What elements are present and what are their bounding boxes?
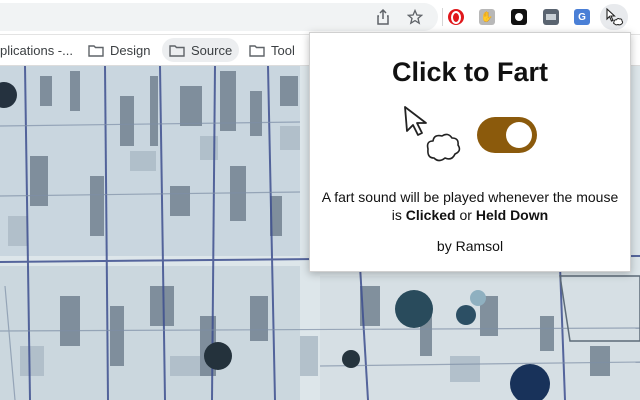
cursor-icon <box>404 106 427 136</box>
folder-icon <box>249 44 265 57</box>
bookmark-design[interactable]: Design <box>81 38 157 62</box>
translate-extension-icon[interactable]: G <box>572 7 592 27</box>
description-or: or <box>455 207 476 223</box>
bookmark-applications[interactable]: plications -... <box>0 38 80 62</box>
image-extension-icon[interactable] <box>541 7 561 27</box>
folder-icon <box>88 44 104 57</box>
bookmark-label: Source <box>191 42 233 58</box>
author-credit: by Ramsol <box>436 238 504 254</box>
bookmark-tool[interactable]: Tool <box>242 38 302 62</box>
toggle-knob <box>506 122 532 148</box>
cursor-fart-illustration <box>404 106 461 162</box>
bookmark-label: plications -... <box>0 42 73 58</box>
cloud-icon <box>426 133 461 162</box>
toolbar-separator <box>442 8 443 26</box>
browser-toolbar: ✋ G <box>0 0 640 35</box>
dark-extension-icon[interactable] <box>509 7 529 27</box>
bookmark-label: Tool <box>271 42 295 58</box>
bookmark-source[interactable]: Source <box>162 38 240 62</box>
click-to-fart-extension-icon[interactable] <box>604 7 624 27</box>
accessibility-extension-icon[interactable]: ✋ <box>477 7 497 27</box>
popup-description: A fart sound will be played whenever the… <box>320 188 620 224</box>
share-icon[interactable] <box>373 7 393 27</box>
bookmark-label: Design <box>110 42 151 58</box>
description-clicked: Clicked <box>405 207 456 223</box>
opera-extension-icon[interactable] <box>446 7 466 27</box>
popup-title: Click to Fart <box>391 57 549 87</box>
folder-icon <box>169 44 185 57</box>
star-icon[interactable] <box>405 7 425 27</box>
description-held-down: Held Down <box>475 207 549 223</box>
extension-popup: Click to Fart A fart sound will be playe… <box>309 32 631 272</box>
fart-toggle-switch[interactable] <box>477 117 537 153</box>
